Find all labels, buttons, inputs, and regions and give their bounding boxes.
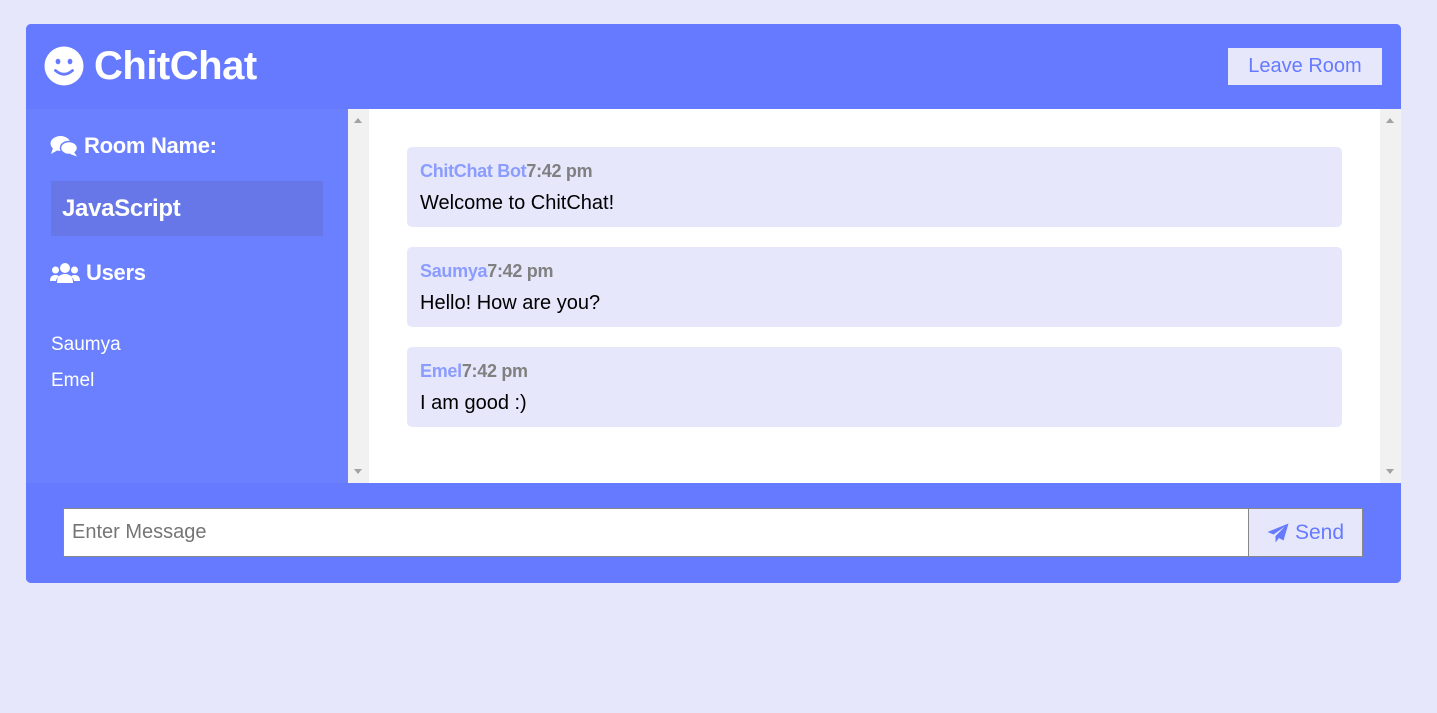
scroll-down-arrow-icon[interactable] (1386, 469, 1394, 474)
app-logo: ChitChat (44, 44, 257, 88)
chat-container: ChitChat Leave Room Room Name: JavaScrip… (26, 24, 1401, 583)
users-label: Users (86, 260, 146, 285)
message-text: Hello! How are you? (420, 292, 601, 314)
chat-header: ChitChat Leave Room (26, 24, 1401, 109)
message-meta: ChitChat Bot7:42 pm (420, 159, 1329, 183)
comments-icon (50, 135, 84, 157)
message-username: ChitChat Bot (420, 161, 527, 181)
paper-plane-icon (1267, 523, 1295, 543)
message-meta: Emel7:42 pm (420, 359, 1329, 383)
room-name-label: Room Name: (84, 133, 217, 158)
message-time: 7:42 pm (487, 261, 554, 281)
room-name: JavaScript (51, 181, 323, 236)
message-time: 7:42 pm (526, 161, 593, 181)
scroll-up-arrow-icon[interactable] (1386, 118, 1394, 123)
message-text: I am good :) (420, 392, 527, 414)
send-button[interactable]: Send (1249, 508, 1363, 557)
users-heading: Users (50, 260, 146, 286)
message-input[interactable] (63, 508, 1249, 557)
message-composer: Send (26, 483, 1401, 583)
sidebar-scrollbar[interactable] (348, 109, 369, 483)
room-name-heading: Room Name: (50, 133, 217, 159)
message-time: 7:42 pm (461, 361, 528, 381)
messages-scrollbar[interactable] (1380, 109, 1401, 483)
chat-messages: ChitChat Bot7:42 pm Welcome to ChitChat!… (348, 109, 1401, 483)
message-item: Saumya7:42 pm Hello! How are you? (407, 247, 1342, 327)
message-item: Emel7:42 pm I am good :) (407, 347, 1342, 427)
app-title: ChitChat (94, 44, 257, 88)
users-list: Saumya Emel (51, 320, 121, 406)
message-username: Saumya (420, 261, 488, 281)
message-item: ChitChat Bot7:42 pm Welcome to ChitChat! (407, 147, 1342, 227)
message-text: Welcome to ChitChat! (420, 192, 615, 214)
send-label: Send (1294, 520, 1345, 544)
message-username: Emel (420, 361, 462, 381)
users-icon (50, 262, 86, 284)
leave-room-button[interactable]: Leave Room (1228, 48, 1382, 85)
chat-sidebar: Room Name: JavaScript Users Saumya Emel (26, 109, 348, 483)
message-list: ChitChat Bot7:42 pm Welcome to ChitChat!… (407, 147, 1342, 447)
scroll-down-arrow-icon[interactable] (354, 469, 362, 474)
scroll-up-arrow-icon[interactable] (354, 118, 362, 123)
smile-icon (44, 46, 84, 86)
message-meta: Saumya7:42 pm (420, 259, 1329, 283)
